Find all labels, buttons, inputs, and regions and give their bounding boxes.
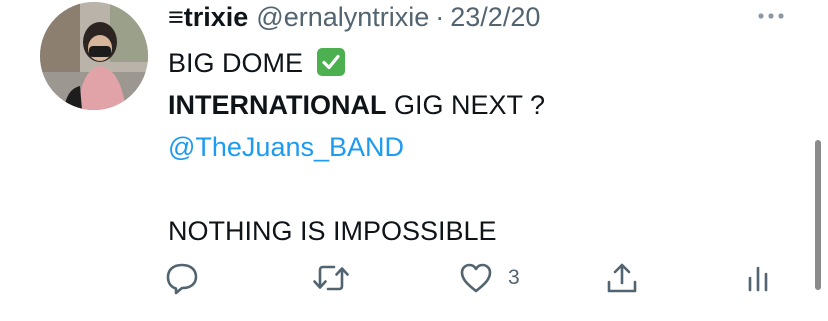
share-icon [607, 263, 637, 293]
tweet-line-3: @TheJuans_BAND [168, 126, 788, 168]
header-separator: · [435, 1, 445, 32]
more-horizontal-icon [758, 13, 784, 19]
tweet-header: ≡trixie @ernalyntrixie · 23/2/20 [168, 0, 540, 34]
scrollbar[interactable] [815, 140, 821, 290]
tweet[interactable]: ≡trixie @ernalyntrixie · 23/2/20 BIG DOM… [0, 0, 828, 321]
like-button[interactable]: 3 [458, 258, 520, 298]
tweet-text: BIG DOME INTERNATIONAL GIG NEXT ? @TheJu… [168, 42, 788, 252]
tweet-line-5: NOTHING IS IMPOSSIBLE [168, 210, 788, 252]
reply-button[interactable] [164, 258, 200, 298]
check-mark-emoji [316, 48, 345, 76]
user-handle[interactable]: @ernalyntrixie [256, 2, 429, 33]
more-options-button[interactable] [754, 2, 788, 30]
tweet-line-1-text: BIG DOME [168, 48, 304, 78]
mention-link[interactable]: @TheJuans_BAND [168, 132, 404, 162]
like-count: 3 [508, 266, 520, 289]
share-button[interactable] [604, 258, 640, 298]
display-name[interactable]: ≡trixie [168, 2, 248, 33]
tweet-line-1: BIG DOME [168, 42, 788, 84]
retweet-button[interactable] [311, 258, 351, 298]
tweet-line-2: INTERNATIONAL GIG NEXT ? [168, 84, 788, 126]
action-bar: 3 [0, 258, 828, 298]
tweet-line-2-bold: INTERNATIONAL [168, 90, 387, 120]
tweet-date[interactable]: 23/2/20 [450, 2, 540, 33]
retweet-icon [313, 265, 349, 291]
avatar[interactable] [40, 2, 148, 110]
reply-icon [166, 263, 198, 295]
tweet-line-5-text: NOTHING IS IMPOSSIBLE [168, 216, 497, 246]
tweet-line-2-rest: GIG NEXT ? [386, 90, 546, 120]
analytics-button[interactable] [744, 258, 772, 298]
analytics-icon [748, 266, 768, 292]
heart-icon [460, 263, 492, 293]
